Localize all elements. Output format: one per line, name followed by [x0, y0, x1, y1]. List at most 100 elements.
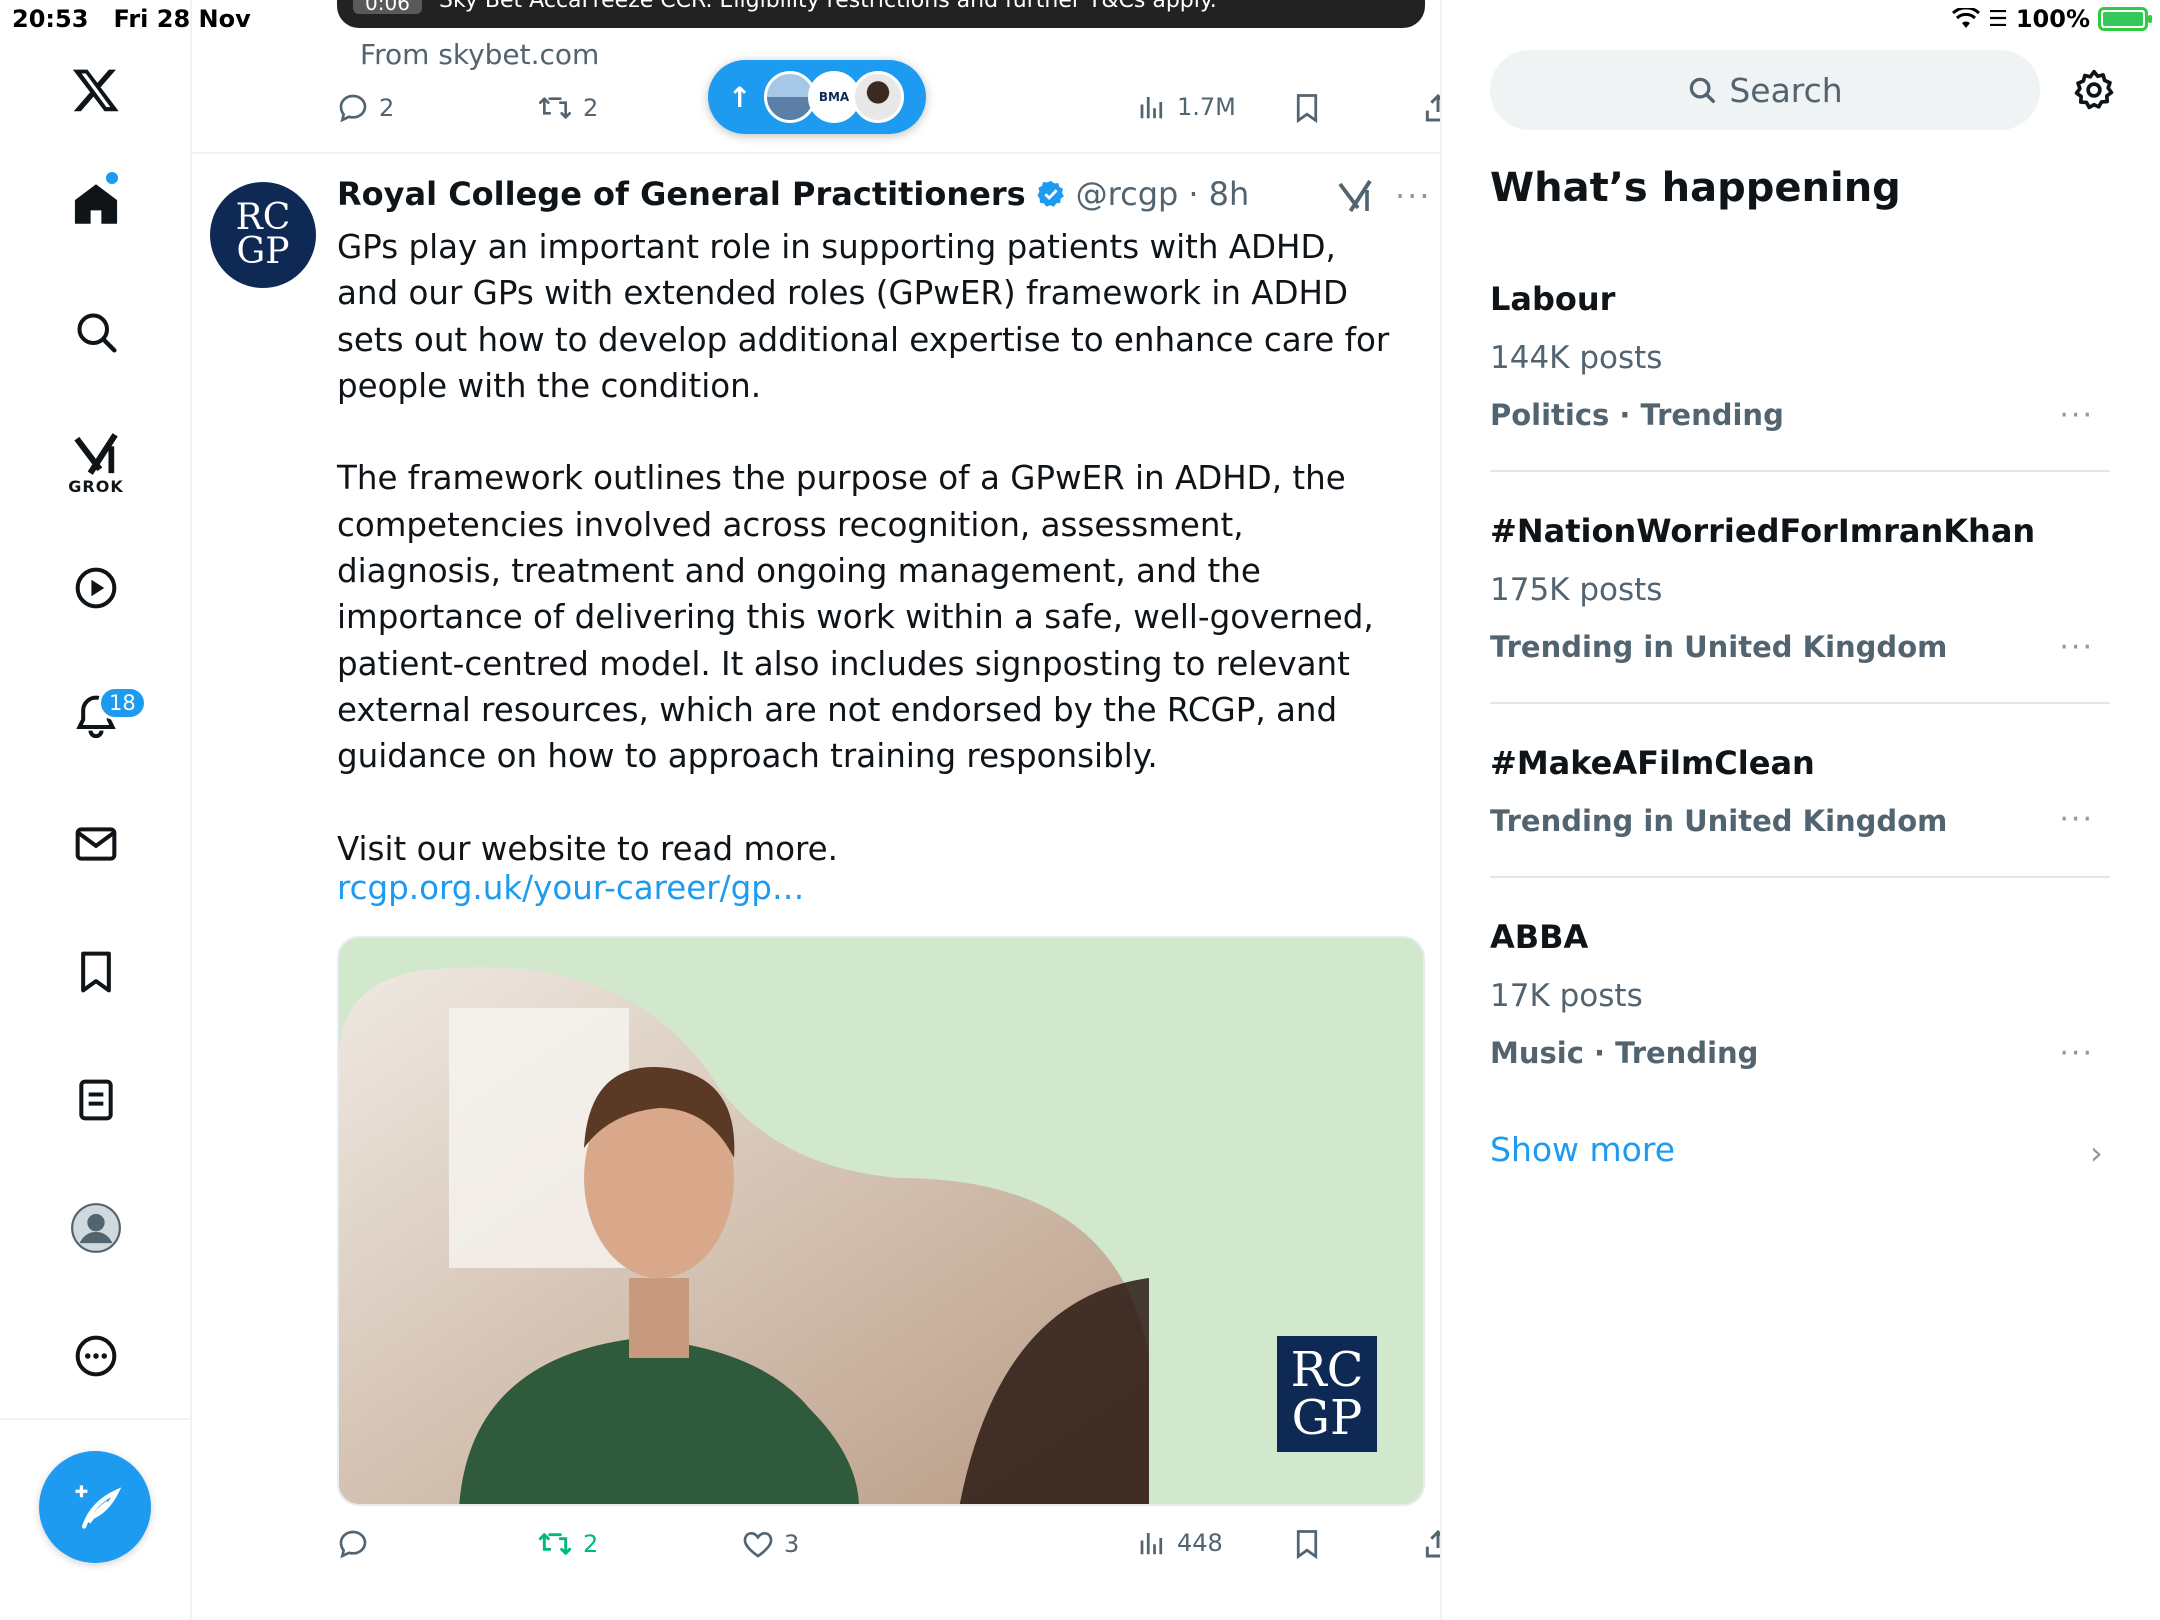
chevron-right-icon[interactable]: › — [2090, 1134, 2103, 1172]
bookmark-icon — [1296, 1530, 1318, 1560]
video-time: 0:06 — [353, 0, 422, 14]
lists-icon[interactable] — [0, 1072, 192, 1128]
grok-icon[interactable] — [1337, 178, 1373, 214]
views-count: 1.7M — [1177, 93, 1236, 121]
share-button[interactable] — [1422, 1528, 1440, 1560]
compose-icon — [75, 1485, 121, 1529]
repost-count: 2 — [583, 94, 599, 122]
show-more-link[interactable]: Show more — [1490, 1130, 1675, 1169]
reply-count: 2 — [379, 94, 395, 122]
tweet-link[interactable]: rcgp.org.uk/your-career/gp… — [337, 869, 804, 907]
repost-button[interactable]: 2 — [537, 1528, 598, 1560]
new-posts-pill[interactable]: ↑ BMA — [708, 60, 926, 134]
share-button[interactable] — [1422, 92, 1440, 124]
trend-category: Politics · Trending — [1490, 398, 1784, 432]
video-icon[interactable] — [0, 560, 192, 616]
views-count: 448 — [1177, 1529, 1223, 1557]
trend-category: Music · Trending — [1490, 1036, 1759, 1070]
trend-category: Trending in United Kingdom — [1490, 630, 1948, 664]
video-caption: Sky Bet AccaFreeze CCR. Eligibility rest… — [439, 0, 1217, 13]
like-button[interactable]: 3 — [742, 1528, 799, 1560]
reply-button[interactable]: 2 — [337, 92, 394, 124]
like-count: 3 — [784, 1530, 800, 1558]
share-icon — [1425, 1529, 1440, 1558]
trend-title: Labour — [1490, 280, 1616, 318]
section-title: What’s happening — [1490, 165, 1901, 211]
repost-icon — [538, 97, 571, 119]
reply-icon — [339, 1530, 367, 1559]
views-button[interactable]: 1.7M — [1137, 92, 1236, 122]
more-icon[interactable] — [0, 1328, 192, 1384]
tweet-time[interactable]: · 8h — [1188, 175, 1249, 213]
author-handle[interactable]: @rcgp — [1076, 175, 1179, 213]
trend-item[interactable]: #NationWorriedForImranKhan 175K posts Tr… — [1490, 512, 2110, 665]
repost-button[interactable]: 2 — [537, 92, 598, 124]
photo-illustration — [339, 967, 1149, 1504]
like-icon — [743, 1531, 773, 1558]
bookmark-button[interactable] — [1292, 1528, 1322, 1560]
bell-icon[interactable] — [0, 688, 192, 744]
previous-post-source[interactable]: From skybet.com — [360, 38, 599, 71]
arrow-up-icon: ↑ — [728, 80, 752, 114]
search-input[interactable]: Search — [1490, 50, 2040, 130]
views-icon — [1140, 97, 1163, 119]
compose-button[interactable] — [39, 1451, 151, 1563]
share-icon — [1425, 93, 1440, 122]
home-icon[interactable] — [0, 176, 192, 232]
trend-divider — [1490, 702, 2110, 704]
grok-icon[interactable]: GROK — [0, 425, 192, 501]
tweet-actions: 2 3 448 — [337, 1528, 1440, 1568]
notifications-badge: 18 — [98, 686, 147, 720]
trend-item[interactable]: Labour 144K posts Politics · Trending ··… — [1490, 280, 2110, 433]
trend-title: #MakeAFilmClean — [1490, 744, 1815, 782]
trend-more-icon[interactable]: ··· — [2059, 630, 2094, 665]
trend-divider — [1490, 876, 2110, 878]
views-icon — [1140, 1533, 1163, 1555]
trend-count: 144K posts — [1490, 340, 1663, 376]
home-unread-dot — [106, 172, 118, 184]
pill-avatar-3 — [852, 71, 904, 123]
x-logo-icon[interactable] — [0, 62, 192, 118]
search-placeholder: Search — [1729, 70, 1843, 110]
bookmark-icon — [1296, 94, 1318, 124]
trend-divider — [1490, 470, 2110, 472]
author-name[interactable]: Royal College of General Practitioners — [337, 175, 1026, 213]
trend-more-icon[interactable]: ··· — [2059, 1036, 2094, 1071]
left-navigation: GROK 18 — [0, 0, 192, 1620]
mail-icon[interactable] — [0, 816, 192, 872]
reply-icon — [339, 94, 367, 123]
timeline[interactable]: 0:06 Sky Bet AccaFreeze CCR. Eligibility… — [192, 0, 1442, 1620]
gear-icon[interactable] — [2072, 68, 2116, 116]
avatar[interactable]: RC GP — [210, 182, 316, 288]
right-sidebar: Search What’s happening Labour 144K post… — [1442, 0, 2160, 1620]
trend-more-icon[interactable]: ··· — [2059, 398, 2094, 433]
tweet-image[interactable]: RC GP — [337, 936, 1425, 1506]
search-icon — [1690, 77, 1716, 103]
bookmark-button[interactable] — [1292, 92, 1322, 124]
trend-category: Trending in United Kingdom — [1490, 804, 1948, 838]
profile-icon[interactable] — [0, 1200, 192, 1256]
verified-icon — [1037, 180, 1064, 207]
tweet-text: GPs play an important role in supporting… — [337, 228, 1390, 868]
tweet-tools: ··· — [1337, 178, 1432, 214]
trend-item[interactable]: ABBA 17K posts Music · Trending ··· — [1490, 918, 2110, 1071]
tweet-header: Royal College of General Practitioners @… — [337, 175, 1249, 213]
trend-title: #NationWorriedForImranKhan — [1490, 512, 2036, 550]
trend-count: 17K posts — [1490, 978, 1643, 1014]
trend-title: ABBA — [1490, 918, 1589, 956]
reply-button[interactable] — [337, 1528, 369, 1560]
trend-item[interactable]: #MakeAFilmClean Trending in United Kingd… — [1490, 744, 2110, 838]
views-button[interactable]: 448 — [1137, 1528, 1223, 1558]
nav-divider — [0, 1418, 192, 1420]
rcgp-logo: RC GP — [1277, 1336, 1377, 1452]
grok-label: GROK — [68, 476, 124, 496]
previous-post-video[interactable]: 0:06 Sky Bet AccaFreeze CCR. Eligibility… — [337, 0, 1425, 28]
trend-more-icon[interactable]: ··· — [2059, 802, 2094, 837]
repost-icon — [538, 1533, 572, 1555]
more-options-icon[interactable]: ··· — [1395, 180, 1432, 212]
repost-count: 2 — [583, 1530, 599, 1558]
trend-count: 175K posts — [1490, 572, 1663, 608]
bookmark-icon[interactable] — [0, 944, 192, 1000]
post-divider — [192, 152, 1440, 154]
search-icon[interactable] — [0, 304, 192, 360]
